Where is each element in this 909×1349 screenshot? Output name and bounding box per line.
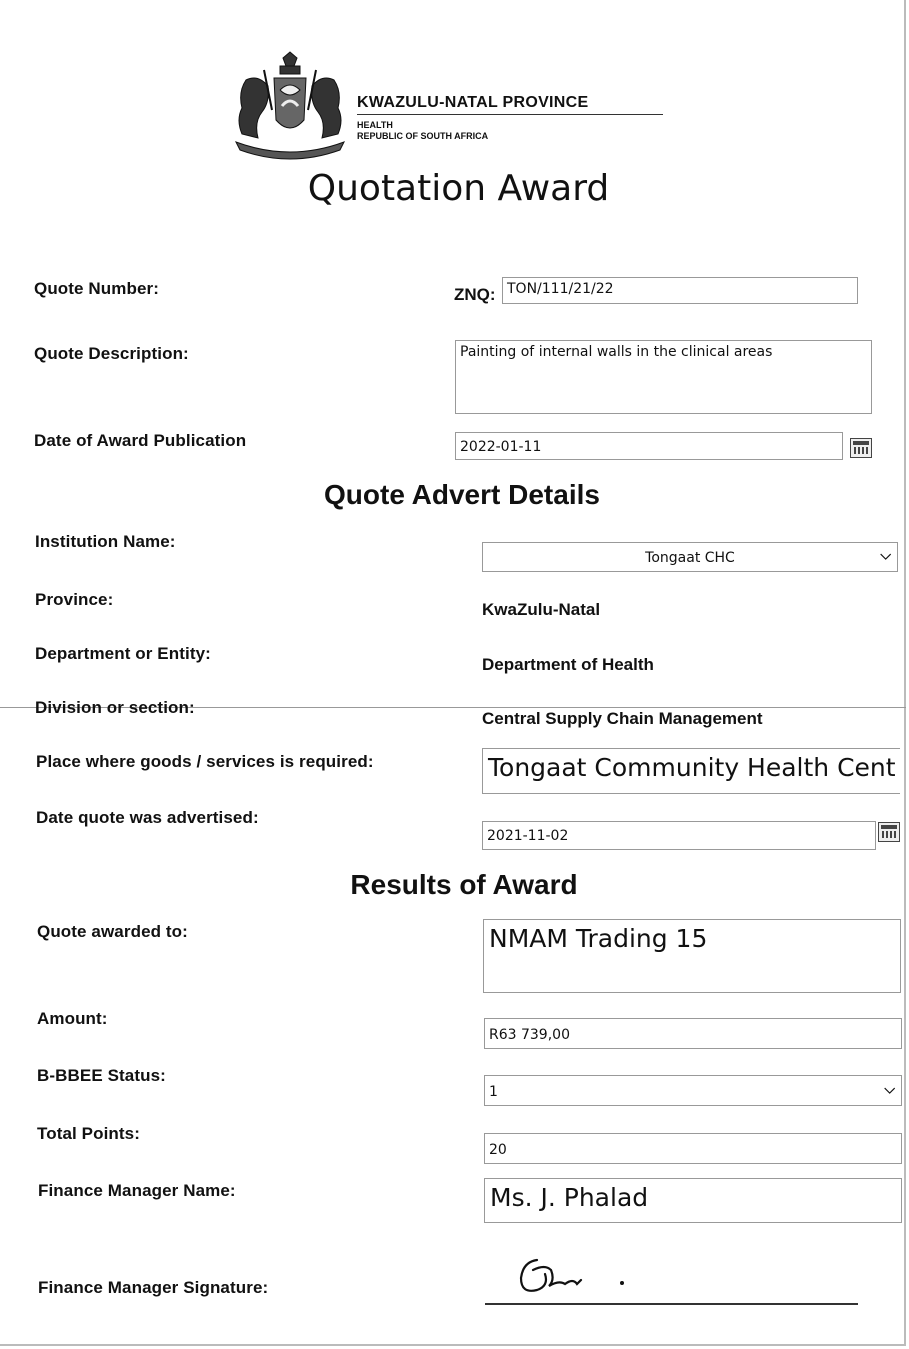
institution-value: Tongaat CHC bbox=[645, 550, 735, 566]
quote-number-field[interactable]: TON/111/21/22 bbox=[502, 277, 858, 304]
signature-line bbox=[485, 1303, 858, 1305]
calendar-icon[interactable] bbox=[850, 438, 872, 458]
quote-number-label: Quote Number: bbox=[34, 279, 160, 298]
division-value: Central Supply Chain Management bbox=[482, 709, 763, 728]
finance-manager-name-field[interactable]: Ms. J. Phalad bbox=[484, 1178, 902, 1223]
advert-details-heading: Quote Advert Details bbox=[324, 479, 600, 510]
institution-select[interactable]: Tongaat CHC ⌵ bbox=[482, 542, 898, 572]
coat-of-arms-logo bbox=[234, 51, 346, 160]
country-name: REPUBLIC OF SOUTH AFRICA bbox=[357, 131, 489, 141]
department-name: HEALTH bbox=[357, 120, 393, 130]
advertised-date-label: Date quote was advertised: bbox=[36, 808, 259, 827]
page-title: Quotation Award bbox=[307, 168, 610, 209]
place-label: Place where goods / services is required… bbox=[36, 752, 374, 771]
amount-label: Amount: bbox=[37, 1009, 108, 1028]
amount-field[interactable]: R63 739,00 bbox=[484, 1018, 902, 1049]
place-field[interactable]: Tongaat Community Health Cent bbox=[482, 748, 900, 794]
province-name: KWAZULU-NATAL PROVINCE bbox=[357, 94, 589, 111]
chevron-down-icon: ⌵ bbox=[884, 1080, 895, 1097]
awarded-to-field[interactable]: NMAM Trading 15 bbox=[483, 919, 901, 993]
document-page: KWAZULU-NATAL PROVINCE HEALTH REPUBLIC O… bbox=[0, 0, 906, 1346]
award-date-label: Date of Award Publication bbox=[34, 431, 247, 450]
province-label: Province: bbox=[35, 590, 114, 609]
province-value: KwaZulu-Natal bbox=[482, 600, 601, 619]
award-date-field[interactable]: 2022-01-11 bbox=[455, 432, 843, 460]
division-label: Division or section: bbox=[35, 698, 195, 717]
department-value: Department of Health bbox=[482, 655, 654, 674]
finance-manager-name-label: Finance Manager Name: bbox=[38, 1181, 236, 1200]
header-rule bbox=[357, 114, 663, 115]
quote-description-field[interactable]: Painting of internal walls in the clinic… bbox=[455, 340, 872, 414]
finance-manager-signature-label: Finance Manager Signature: bbox=[38, 1278, 269, 1297]
bbbee-value: 1 bbox=[489, 1084, 498, 1100]
quote-number-prefix: ZNQ: bbox=[454, 285, 496, 304]
awarded-to-label: Quote awarded to: bbox=[37, 922, 188, 941]
institution-label: Institution Name: bbox=[35, 532, 176, 551]
advertised-date-field[interactable]: 2021-11-02 bbox=[482, 821, 876, 850]
chevron-down-icon: ⌵ bbox=[880, 547, 891, 564]
quote-description-label: Quote Description: bbox=[34, 344, 189, 363]
calendar-icon[interactable] bbox=[878, 822, 900, 842]
total-points-field[interactable]: 20 bbox=[484, 1133, 902, 1164]
results-heading: Results of Award bbox=[350, 869, 578, 900]
handwritten-signature bbox=[519, 1258, 624, 1292]
department-label: Department or Entity: bbox=[35, 644, 211, 663]
bbbee-label: B-BBEE Status: bbox=[37, 1066, 166, 1085]
bbbee-select[interactable]: 1 ⌵ bbox=[484, 1075, 902, 1106]
total-points-label: Total Points: bbox=[37, 1124, 140, 1143]
